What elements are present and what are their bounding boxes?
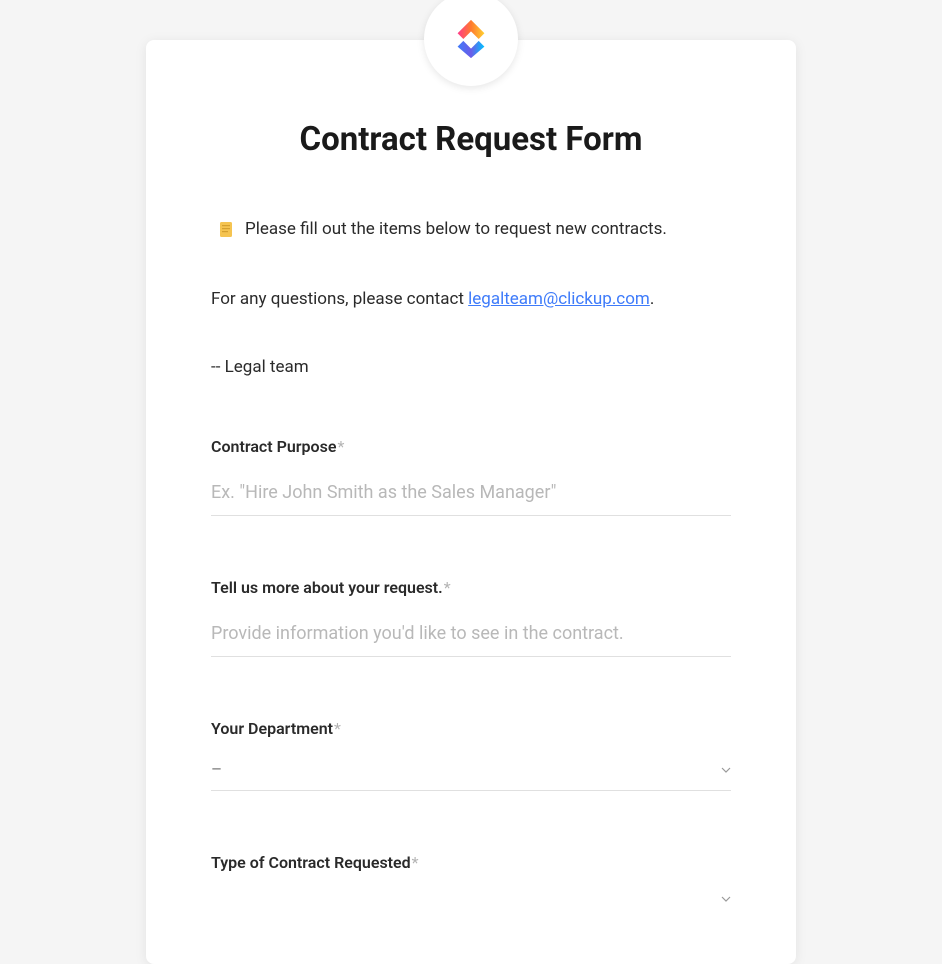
input-request-details[interactable] [211, 615, 731, 657]
chevron-down-icon [721, 765, 731, 775]
intro-block: Please fill out the items below to reque… [211, 219, 731, 377]
intro-prefix: For any questions, please contact [211, 289, 468, 309]
label-text: Contract Purpose [211, 437, 336, 456]
field-contract-type: Type of Contract Requested* [211, 853, 731, 914]
clickup-logo-icon [448, 16, 494, 62]
select-contract-type[interactable] [211, 890, 731, 914]
label-request-details: Tell us more about your request.* [211, 578, 731, 597]
logo-circle [424, 0, 518, 86]
field-contract-purpose: Contract Purpose* [211, 437, 731, 516]
input-contract-purpose[interactable] [211, 474, 731, 516]
required-asterisk: * [444, 578, 451, 597]
intro-text-1: Please fill out the items below to reque… [245, 219, 667, 239]
field-department: Your Department* – [211, 719, 731, 791]
required-asterisk: * [334, 719, 341, 738]
form-card: Contract Request Form Please fill out th… [146, 40, 796, 964]
contact-email-link[interactable]: legalteam@clickup.com [468, 289, 650, 309]
select-value: – [211, 760, 222, 780]
intro-line-1: Please fill out the items below to reque… [211, 219, 731, 239]
required-asterisk: * [337, 437, 344, 456]
field-request-details: Tell us more about your request.* [211, 578, 731, 657]
label-text: Tell us more about your request. [211, 578, 443, 597]
label-department: Your Department* [211, 719, 731, 738]
label-contract-purpose: Contract Purpose* [211, 437, 731, 456]
intro-signature: -- Legal team [211, 357, 731, 377]
intro-suffix: . [650, 289, 654, 309]
label-text: Your Department [211, 719, 333, 738]
intro-line-2: For any questions, please contact legalt… [211, 289, 731, 309]
select-department[interactable]: – [211, 756, 731, 791]
chevron-down-icon [721, 894, 731, 904]
clipboard-icon [217, 220, 235, 238]
form-title: Contract Request Form [211, 120, 731, 159]
